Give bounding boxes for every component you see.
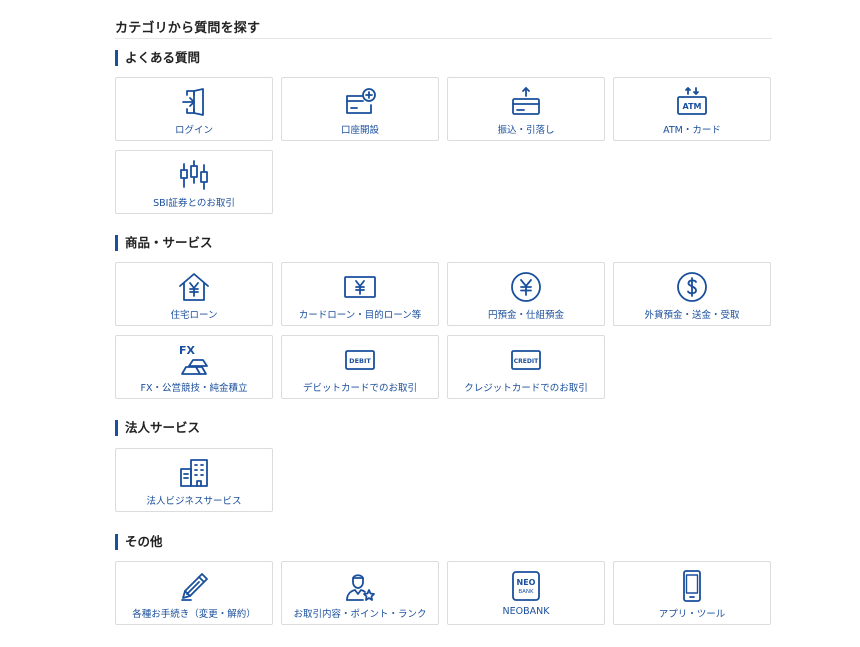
card-label: ATM・カード — [663, 125, 721, 136]
card-label: ログイン — [174, 125, 213, 136]
category-card-sbi-securities[interactable]: SBI証券とのお取引 — [115, 150, 273, 214]
title-divider — [115, 38, 772, 39]
category-card-credit[interactable]: CREDIT クレジットカードでのお取引 — [447, 335, 605, 399]
card-label: SBI証券とのお取引 — [153, 198, 235, 209]
yen-bill-icon — [282, 271, 438, 303]
category-card-yen-deposit[interactable]: 円預金・仕組預金 — [447, 262, 605, 326]
card-label: アプリ・ツール — [658, 609, 726, 620]
transfer-card-icon — [448, 86, 604, 118]
card-label: FX・公営競技・純金積立 — [140, 383, 248, 394]
category-card-neobank[interactable]: NEO BANK NEOBANK — [447, 561, 605, 625]
smartphone-icon — [614, 570, 770, 602]
atm-icon: ATM — [614, 86, 770, 118]
category-card-account-open[interactable]: 口座開設 — [281, 77, 439, 141]
card-label: 各種お手続き（変更・解約） — [132, 609, 256, 620]
section-heading-faq: よくある質問 — [115, 50, 200, 66]
card-label: NEOBANK — [502, 606, 550, 617]
card-label: デビットカードでのお取引 — [302, 383, 417, 394]
card-label: 住宅ローン — [170, 310, 218, 321]
credit-card-icon: CREDIT — [448, 344, 604, 376]
category-card-fx[interactable]: FX FX・公営競技・純金積立 — [115, 335, 273, 399]
card-label: 外貨預金・送金・受取 — [644, 310, 740, 321]
card-label: お取引内容・ポイント・ランク — [293, 609, 427, 620]
category-card-atm[interactable]: ATM ATM・カード — [613, 77, 771, 141]
category-card-app-tools[interactable]: アプリ・ツール — [613, 561, 771, 625]
card-label: クレジットカードでのお取引 — [464, 383, 588, 394]
card-label: カードローン・目的ローン等 — [298, 310, 422, 321]
svg-text:NEO: NEO — [517, 578, 536, 587]
dollar-coin-icon — [614, 271, 770, 303]
card-label: 法人ビジネスサービス — [146, 496, 242, 507]
user-star-icon — [282, 570, 438, 602]
svg-text:CREDIT: CREDIT — [514, 358, 539, 365]
section-heading-corporate: 法人サービス — [115, 420, 200, 436]
category-card-card-loan[interactable]: カードローン・目的ローン等 — [281, 262, 439, 326]
category-card-procedures[interactable]: 各種お手続き（変更・解約） — [115, 561, 273, 625]
svg-text:FX: FX — [179, 344, 196, 357]
office-building-icon — [116, 457, 272, 489]
neobank-logo-icon: NEO BANK — [448, 570, 604, 602]
house-yen-icon — [116, 271, 272, 303]
category-card-corporate-business[interactable]: 法人ビジネスサービス — [115, 448, 273, 512]
account-open-card-icon — [282, 86, 438, 118]
fx-gold-icon: FX — [116, 344, 272, 376]
svg-text:ATM: ATM — [683, 102, 702, 111]
card-label: 円預金・仕組預金 — [487, 310, 564, 321]
category-card-transfer[interactable]: 振込・引落し — [447, 77, 605, 141]
card-label: 振込・引落し — [497, 125, 555, 136]
svg-text:DEBIT: DEBIT — [349, 357, 371, 365]
category-card-housing-loan[interactable]: 住宅ローン — [115, 262, 273, 326]
card-label: 口座開設 — [340, 125, 379, 136]
yen-coin-icon — [448, 271, 604, 303]
page-title: カテゴリから質問を探す — [115, 21, 261, 36]
debit-card-icon: DEBIT — [282, 344, 438, 376]
candlestick-chart-icon — [116, 159, 272, 191]
login-door-icon — [116, 86, 272, 118]
faq-category-page: カテゴリから質問を探す よくある質問 ログイン 口座開設 振込・引落し ATM … — [0, 0, 860, 647]
svg-text:BANK: BANK — [518, 589, 534, 595]
pencil-icon — [116, 570, 272, 602]
section-heading-products: 商品・サービス — [115, 235, 213, 251]
category-card-transactions-points[interactable]: お取引内容・ポイント・ランク — [281, 561, 439, 625]
category-card-login[interactable]: ログイン — [115, 77, 273, 141]
category-card-debit[interactable]: DEBIT デビットカードでのお取引 — [281, 335, 439, 399]
section-heading-other: その他 — [115, 534, 163, 550]
category-card-foreign-deposit[interactable]: 外貨預金・送金・受取 — [613, 262, 771, 326]
